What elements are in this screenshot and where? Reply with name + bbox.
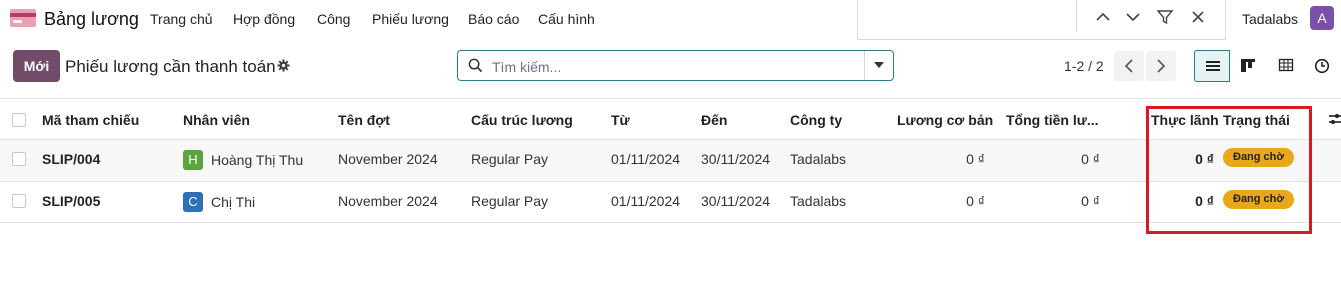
company-switcher[interactable]: Tadalabs <box>1242 11 1298 27</box>
pager-previous-button[interactable] <box>1114 51 1144 81</box>
row-basic-wage: 0 ₫ <box>966 151 985 167</box>
row-employee[interactable]: Hoàng Thị Thu <box>211 152 303 168</box>
search-input[interactable] <box>490 56 864 77</box>
menu-cong[interactable]: Công <box>317 11 350 27</box>
row-date-to: 30/11/2024 <box>701 193 771 209</box>
chevron-left-icon <box>1124 59 1133 73</box>
top-navbar: Bảng lương Trang chủ Hợp đồng Công Phiếu… <box>0 0 1341 40</box>
user-avatar[interactable]: A <box>1310 6 1334 30</box>
menu-bao-cao[interactable]: Báo cáo <box>468 11 519 27</box>
chevron-down-icon[interactable] <box>1124 8 1142 26</box>
menu-phieu-luong[interactable]: Phiếu lương <box>372 11 449 27</box>
optional-columns-icon[interactable] <box>1328 111 1341 127</box>
pager-next-button[interactable] <box>1146 51 1176 81</box>
row-gross-wage: 0 ₫ <box>1081 193 1100 209</box>
row-date-to: 30/11/2024 <box>701 151 771 167</box>
col-header-employee[interactable]: Nhân viên <box>183 112 250 128</box>
kanban-view-button[interactable] <box>1230 50 1266 82</box>
clock-icon <box>1314 58 1330 74</box>
activity-view-button[interactable] <box>1304 50 1340 82</box>
pager-value[interactable]: 1-2 / 2 <box>1064 58 1104 74</box>
payroll-card-icon[interactable] <box>10 9 36 27</box>
menu-cau-hinh[interactable]: Cấu hình <box>538 11 595 27</box>
row-date-from: 01/11/2024 <box>611 193 681 209</box>
table-row[interactable]: SLIP/004 H Hoàng Thị Thu November 2024 R… <box>0 140 1341 181</box>
find-panel-divider <box>1076 0 1077 32</box>
search-options-toggle[interactable] <box>864 51 893 80</box>
row-structure: Regular Pay <box>471 151 549 167</box>
employee-avatar: C <box>183 192 203 212</box>
col-header-from[interactable]: Từ <box>611 112 630 128</box>
col-header-batch[interactable]: Tên đợt <box>338 112 390 128</box>
kanban-icon <box>1241 59 1255 72</box>
caret-down-icon <box>874 62 884 68</box>
filter-icon[interactable] <box>1156 8 1174 26</box>
row-reference: SLIP/005 <box>42 193 101 209</box>
new-button[interactable]: Mới <box>13 50 60 82</box>
menu-trang-chu[interactable]: Trang chủ <box>150 11 213 27</box>
row-divider <box>0 222 1341 223</box>
col-header-gross-wage[interactable]: Tổng tiền lư... <box>1006 112 1099 128</box>
row-company: Tadalabs <box>790 193 847 209</box>
pivot-view-button[interactable] <box>1268 50 1304 82</box>
table-row[interactable]: SLIP/005 C Chị Thi November 2024 Regular… <box>0 182 1341 223</box>
highlight-annotation-box <box>1146 106 1312 234</box>
row-employee[interactable]: Chị Thi <box>211 194 255 210</box>
row-checkbox[interactable] <box>12 194 26 208</box>
col-header-to[interactable]: Đến <box>701 112 727 128</box>
list-view-button[interactable] <box>1194 50 1230 82</box>
chevron-right-icon <box>1157 59 1166 73</box>
page-title: Phiếu lương cần thanh toán <box>65 57 276 76</box>
row-basic-wage: 0 ₫ <box>966 193 985 209</box>
col-header-company[interactable]: Công ty <box>790 112 842 128</box>
gear-icon[interactable] <box>277 59 290 72</box>
row-date-from: 01/11/2024 <box>611 151 681 167</box>
row-structure: Regular Pay <box>471 193 549 209</box>
menu-hop-dong[interactable]: Hợp đồng <box>233 11 295 27</box>
app-name[interactable]: Bảng lương <box>44 9 139 30</box>
close-icon[interactable] <box>1189 8 1207 26</box>
search-icon <box>468 58 483 73</box>
row-batch: November 2024 <box>338 193 438 209</box>
search-bar <box>457 50 894 81</box>
employee-avatar: H <box>183 150 203 170</box>
grid-icon <box>1278 58 1294 72</box>
list-icon <box>1206 61 1220 71</box>
col-header-reference[interactable]: Mã tham chiếu <box>42 112 139 128</box>
find-panel <box>857 0 1226 40</box>
col-header-basic-wage[interactable]: Lương cơ bản <box>897 112 993 128</box>
row-checkbox[interactable] <box>12 152 26 166</box>
col-header-structure[interactable]: Cấu trúc lương <box>471 112 573 128</box>
row-company: Tadalabs <box>790 151 847 167</box>
chevron-up-icon[interactable] <box>1094 8 1112 26</box>
row-reference: SLIP/004 <box>42 151 101 167</box>
row-gross-wage: 0 ₫ <box>1081 151 1100 167</box>
row-batch: November 2024 <box>338 151 438 167</box>
select-all-checkbox[interactable] <box>12 113 26 127</box>
